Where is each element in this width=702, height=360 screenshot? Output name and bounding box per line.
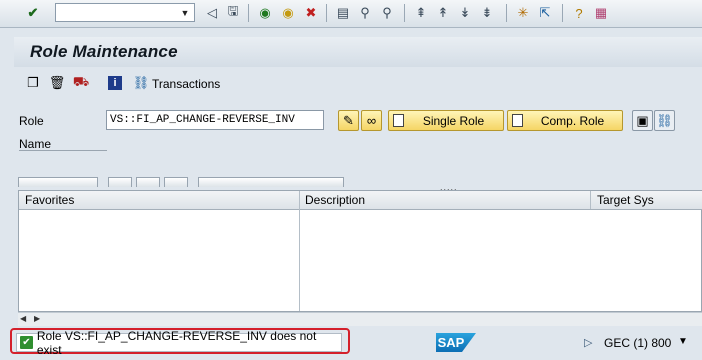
save-icon[interactable]: 🖫 — [224, 3, 242, 22]
new-session-icon[interactable]: ✳ — [514, 4, 532, 22]
table-header: Favorites Description Target Sys — [19, 191, 702, 210]
shortcut-icon[interactable]: ⇱ — [536, 4, 554, 22]
chevron-down-icon[interactable]: ▼ — [178, 5, 192, 20]
column-divider — [590, 191, 591, 209]
system-toolbar: ✔ ▼ ◁ 🖫 ◉ ◉ ✖ ▤ ⚲ ⚲ ⇞ ↟ ↡ ⇟ ✳ ⇱ ? ▦ — [0, 0, 702, 28]
single-role-button[interactable]: Single Role — [388, 110, 504, 131]
edit-button[interactable]: ✎ — [338, 110, 359, 131]
enter-icon[interactable]: ✔ — [24, 4, 42, 22]
title-bar: Role Maintenance — [14, 37, 702, 67]
success-check-icon: ✔ — [20, 336, 33, 349]
first-page-icon[interactable]: ⇞ — [412, 4, 430, 22]
command-field[interactable]: ▼ — [55, 3, 195, 22]
structure-button[interactable]: ⛓ — [654, 110, 675, 131]
copy-icon[interactable]: ❐ — [24, 74, 42, 92]
status-message[interactable]: ✔ Role VS::FI_AP_CHANGE-REVERSE_INV does… — [16, 329, 342, 357]
toolbar-divider — [562, 4, 563, 22]
scroll-right-icon[interactable]: ▶ — [34, 314, 40, 323]
tab-partial-2[interactable] — [198, 177, 344, 187]
tool-button[interactable]: ▣ — [632, 110, 653, 131]
info-icon[interactable]: i — [108, 76, 122, 90]
exit-icon[interactable]: ◉ — [279, 4, 297, 22]
toolbar-divider — [506, 4, 507, 22]
tab-partial-1[interactable] — [18, 177, 98, 187]
page-title: Role Maintenance — [30, 42, 178, 61]
transactions-icon[interactable]: ⛓ — [132, 74, 150, 92]
toolbar-divider — [404, 4, 405, 22]
system-info[interactable]: GEC (1) 800 — [604, 336, 671, 350]
transactions-button[interactable]: Transactions — [152, 77, 220, 91]
name-underline — [19, 150, 107, 151]
toolbar-divider — [248, 4, 249, 22]
sap-logo: SAP — [436, 333, 476, 352]
comp-role-button[interactable]: Comp. Role — [507, 110, 623, 131]
play-icon[interactable]: ▷ — [584, 336, 592, 349]
print-icon[interactable]: ▤ — [334, 4, 352, 22]
hierarchy-icon: ⛓ — [656, 112, 673, 128]
application-toolbar: ❐ 🗑 ⛟ i ⛓ Transactions — [14, 71, 702, 97]
transport-icon[interactable]: ⛟ — [72, 74, 90, 92]
glasses-icon: ∞ — [366, 113, 377, 128]
scroll-left-icon[interactable]: ◀ — [20, 314, 26, 323]
single-role-label: Single Role — [422, 113, 485, 128]
chevron-down-icon[interactable]: ▼ — [678, 336, 688, 347]
display-button[interactable]: ∞ — [361, 110, 382, 131]
prev-page-icon[interactable]: ↟ — [434, 4, 452, 22]
pencil-icon: ✎ — [343, 112, 354, 128]
column-header-description[interactable]: Description — [305, 193, 365, 207]
column-header-favorites[interactable]: Favorites — [25, 193, 74, 207]
layout-icon[interactable]: ▦ — [592, 4, 610, 22]
comp-role-label: Comp. Role — [540, 113, 605, 128]
role-label: Role — [19, 114, 44, 128]
column-divider — [299, 191, 300, 311]
filter-tab[interactable] — [136, 177, 160, 187]
last-page-icon[interactable]: ⇟ — [478, 4, 496, 22]
delete-icon[interactable]: 🗑 — [48, 74, 66, 92]
sap-logo-text: SAP — [437, 335, 465, 350]
status-bar: ✔ Role VS::FI_AP_CHANGE-REVERSE_INV does… — [0, 328, 702, 360]
status-message-highlight: ✔ Role VS::FI_AP_CHANGE-REVERSE_INV does… — [10, 328, 350, 357]
toolbox-icon: ▣ — [636, 112, 649, 128]
column-header-target-sys[interactable]: Target Sys — [597, 193, 654, 207]
navigate-back-icon[interactable]: ◉ — [256, 4, 274, 22]
find-icon[interactable]: ⚲ — [356, 4, 374, 22]
role-input[interactable]: VS::FI_AP_CHANGE-REVERSE_INV — [106, 110, 324, 130]
document-icon — [512, 114, 523, 127]
document-icon — [393, 114, 404, 127]
favorites-table: Favorites Description Target Sys — [18, 190, 702, 312]
name-label: Name — [19, 137, 52, 151]
help-icon[interactable]: ? — [570, 4, 588, 22]
next-page-icon[interactable]: ↡ — [456, 4, 474, 22]
toolbar-divider — [326, 4, 327, 22]
tab-partial-icon[interactable] — [164, 177, 188, 187]
filter-tab[interactable] — [108, 177, 132, 187]
find-next-icon[interactable]: ⚲ — [378, 4, 396, 22]
status-message-text: Role VS::FI_AP_CHANGE-REVERSE_INV does n… — [36, 328, 317, 357]
back-icon[interactable]: ◁ — [203, 4, 221, 22]
horizontal-scrollbar[interactable]: ◀ ▶ — [18, 312, 702, 326]
cancel-icon[interactable]: ✖ — [302, 4, 320, 22]
